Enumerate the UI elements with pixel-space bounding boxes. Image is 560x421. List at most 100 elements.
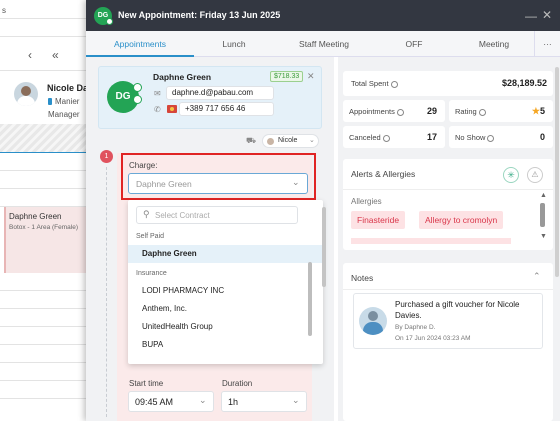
canceled-label: Canceled bbox=[349, 133, 390, 142]
timeline-line bbox=[106, 167, 107, 417]
remove-client-icon[interactable]: ✕ bbox=[307, 71, 315, 82]
star-icon: ★ bbox=[531, 106, 540, 116]
email-icon: ✉ bbox=[154, 89, 161, 98]
prev-icon[interactable]: ‹ bbox=[28, 48, 32, 62]
appointment-service: Botox - 1 Area (Female) bbox=[9, 224, 78, 231]
note-author: By Daphne D. bbox=[395, 324, 436, 331]
canceled-card: Canceled 17 bbox=[343, 126, 445, 148]
status-dot-icon bbox=[106, 18, 113, 25]
tab-staff-meeting[interactable]: Staff Meeting bbox=[274, 31, 374, 57]
staff-role: Manager bbox=[48, 110, 80, 119]
scroll-down-icon[interactable]: ▼ bbox=[540, 233, 547, 240]
contract-search-input[interactable]: ⚲ Select Contract bbox=[136, 206, 298, 224]
allergy-tag-partial bbox=[351, 238, 511, 244]
view-label: s bbox=[2, 6, 6, 15]
info-icon bbox=[382, 134, 390, 142]
charge-select[interactable]: Daphne Green ⌄ bbox=[128, 173, 308, 194]
charge-select-value: Daphne Green bbox=[136, 179, 192, 189]
lock-icon[interactable]: ⛟ bbox=[246, 136, 256, 146]
dropdown-option-selected[interactable]: Daphne Green bbox=[128, 245, 323, 263]
tabs-more-button[interactable]: ··· bbox=[534, 31, 560, 57]
dropdown-group-insurance: Insurance bbox=[136, 270, 167, 277]
start-time-select[interactable]: 09:45 AM ⌄ bbox=[128, 391, 214, 412]
total-spent-value: $28,189.52 bbox=[501, 78, 547, 88]
search-icon: ⚲ bbox=[143, 209, 150, 219]
appointment-block[interactable]: Daphne Green Botox - 1 Area (Female) bbox=[4, 207, 86, 273]
phone-icon: ✆ bbox=[154, 105, 161, 114]
sidebar-scrollbar[interactable] bbox=[555, 67, 559, 277]
dropdown-scrollbar[interactable] bbox=[308, 262, 312, 336]
staff-select[interactable]: Nicole ⌄ bbox=[262, 134, 319, 148]
background-calendar: s ‹ « Nicole Da Manier Manager Daphne Gr… bbox=[0, 0, 86, 421]
client-sidebar: Total Spent $28,189.52 Appointments 29 R… bbox=[338, 57, 560, 421]
no-show-value: 0 bbox=[539, 132, 545, 142]
notes-card: Notes ⌃ Purchased a gift voucher for Nic… bbox=[343, 263, 553, 421]
duration-value: 1h bbox=[228, 397, 239, 407]
staff-avatar bbox=[14, 82, 38, 106]
new-appointment-modal: DG New Appointment: Friday 13 Jun 2025 —… bbox=[86, 0, 560, 421]
dropdown-option[interactable]: BUPA bbox=[128, 336, 323, 354]
country-flag-icon[interactable] bbox=[167, 105, 177, 113]
staff-name: Nicole Da bbox=[47, 83, 86, 93]
minimize-icon[interactable]: — bbox=[525, 9, 537, 23]
info-icon bbox=[396, 108, 404, 116]
client-name[interactable]: Daphne Green bbox=[153, 72, 211, 82]
info-icon bbox=[478, 108, 486, 116]
first-icon[interactable]: « bbox=[52, 48, 59, 62]
client-balance-badge: $718.33 bbox=[270, 71, 304, 82]
no-show-label: No Show bbox=[455, 133, 495, 142]
chevron-down-icon: ⌄ bbox=[309, 137, 315, 144]
client-email[interactable]: daphne.d@pabau.com bbox=[166, 86, 274, 100]
contract-dropdown: ⚲ Select Contract Self Paid Daphne Green… bbox=[128, 200, 323, 364]
client-status-icon bbox=[133, 83, 142, 92]
tab-bar: Appointments Lunch Staff Meeting OFF Mee… bbox=[86, 31, 560, 57]
tab-meeting[interactable]: Meeting bbox=[454, 31, 534, 57]
chevron-up-icon[interactable]: ⌃ bbox=[533, 271, 541, 282]
duration-label: Duration bbox=[222, 379, 253, 388]
chevron-down-icon: ⌄ bbox=[292, 395, 300, 405]
modal-titlebar: DG New Appointment: Friday 13 Jun 2025 —… bbox=[86, 0, 560, 31]
step-number-badge: 1 bbox=[100, 150, 113, 163]
appointment-form: DG Daphne Green $718.33 ✕ ✉ daphne.d@pab… bbox=[86, 57, 334, 421]
start-time-label: Start time bbox=[129, 379, 164, 388]
info-icon bbox=[487, 134, 495, 142]
blocked-time bbox=[0, 124, 86, 152]
note-text: Purchased a gift voucher for Nicole Davi… bbox=[395, 300, 520, 320]
rating-card: Rating ★5 bbox=[449, 100, 553, 122]
tab-appointments[interactable]: Appointments bbox=[86, 31, 194, 57]
tab-lunch[interactable]: Lunch bbox=[194, 31, 274, 57]
rating-label: Rating bbox=[455, 107, 486, 116]
close-icon[interactable]: ✕ bbox=[542, 8, 552, 22]
tab-off[interactable]: OFF bbox=[374, 31, 454, 57]
no-show-card: No Show 0 bbox=[449, 126, 553, 148]
total-spent-card: Total Spent $28,189.52 bbox=[343, 71, 553, 96]
dropdown-group-self-paid: Self Paid bbox=[136, 233, 165, 240]
appointment-client: Daphne Green bbox=[9, 212, 62, 221]
dropdown-option[interactable]: LODI PHARMACY INC bbox=[128, 282, 323, 300]
staff-avatar-icon bbox=[267, 138, 274, 145]
info-icon bbox=[390, 80, 398, 88]
charge-label: Charge: bbox=[129, 161, 158, 170]
staff-select-value: Nicole bbox=[278, 137, 298, 144]
allergy-tag: Allergy to cromolyn bbox=[419, 211, 504, 229]
scroll-up-icon[interactable]: ▲ bbox=[540, 192, 547, 199]
alerts-card: Alerts & Allergies ✳ ⚠ Allergies Finaste… bbox=[343, 159, 553, 250]
duration-select[interactable]: 1h ⌄ bbox=[221, 391, 307, 412]
appointments-label: Appointments bbox=[349, 107, 404, 116]
dropdown-option[interactable]: UnitedHealth Group bbox=[128, 318, 323, 336]
note-item[interactable]: Purchased a gift voucher for Nicole Davi… bbox=[353, 293, 543, 349]
form-scrollbar[interactable] bbox=[322, 207, 326, 287]
client-phone[interactable]: +389 717 656 46 bbox=[179, 102, 274, 116]
total-spent-label: Total Spent bbox=[351, 79, 398, 88]
warning-icon[interactable]: ⚠ bbox=[527, 167, 543, 183]
chevron-down-icon: ⌄ bbox=[199, 395, 207, 405]
client-badge-icon bbox=[133, 95, 142, 104]
dropdown-option[interactable]: Anthem, Inc. bbox=[128, 300, 323, 318]
start-time-value: 09:45 AM bbox=[135, 397, 174, 407]
appointments-value: 29 bbox=[426, 106, 437, 116]
notes-title: Notes bbox=[351, 273, 374, 283]
canceled-value: 17 bbox=[426, 132, 437, 142]
medical-icon[interactable]: ✳ bbox=[503, 167, 519, 183]
alerts-scrollbar[interactable] bbox=[540, 203, 545, 227]
contract-search-placeholder: Select Contract bbox=[155, 211, 210, 220]
